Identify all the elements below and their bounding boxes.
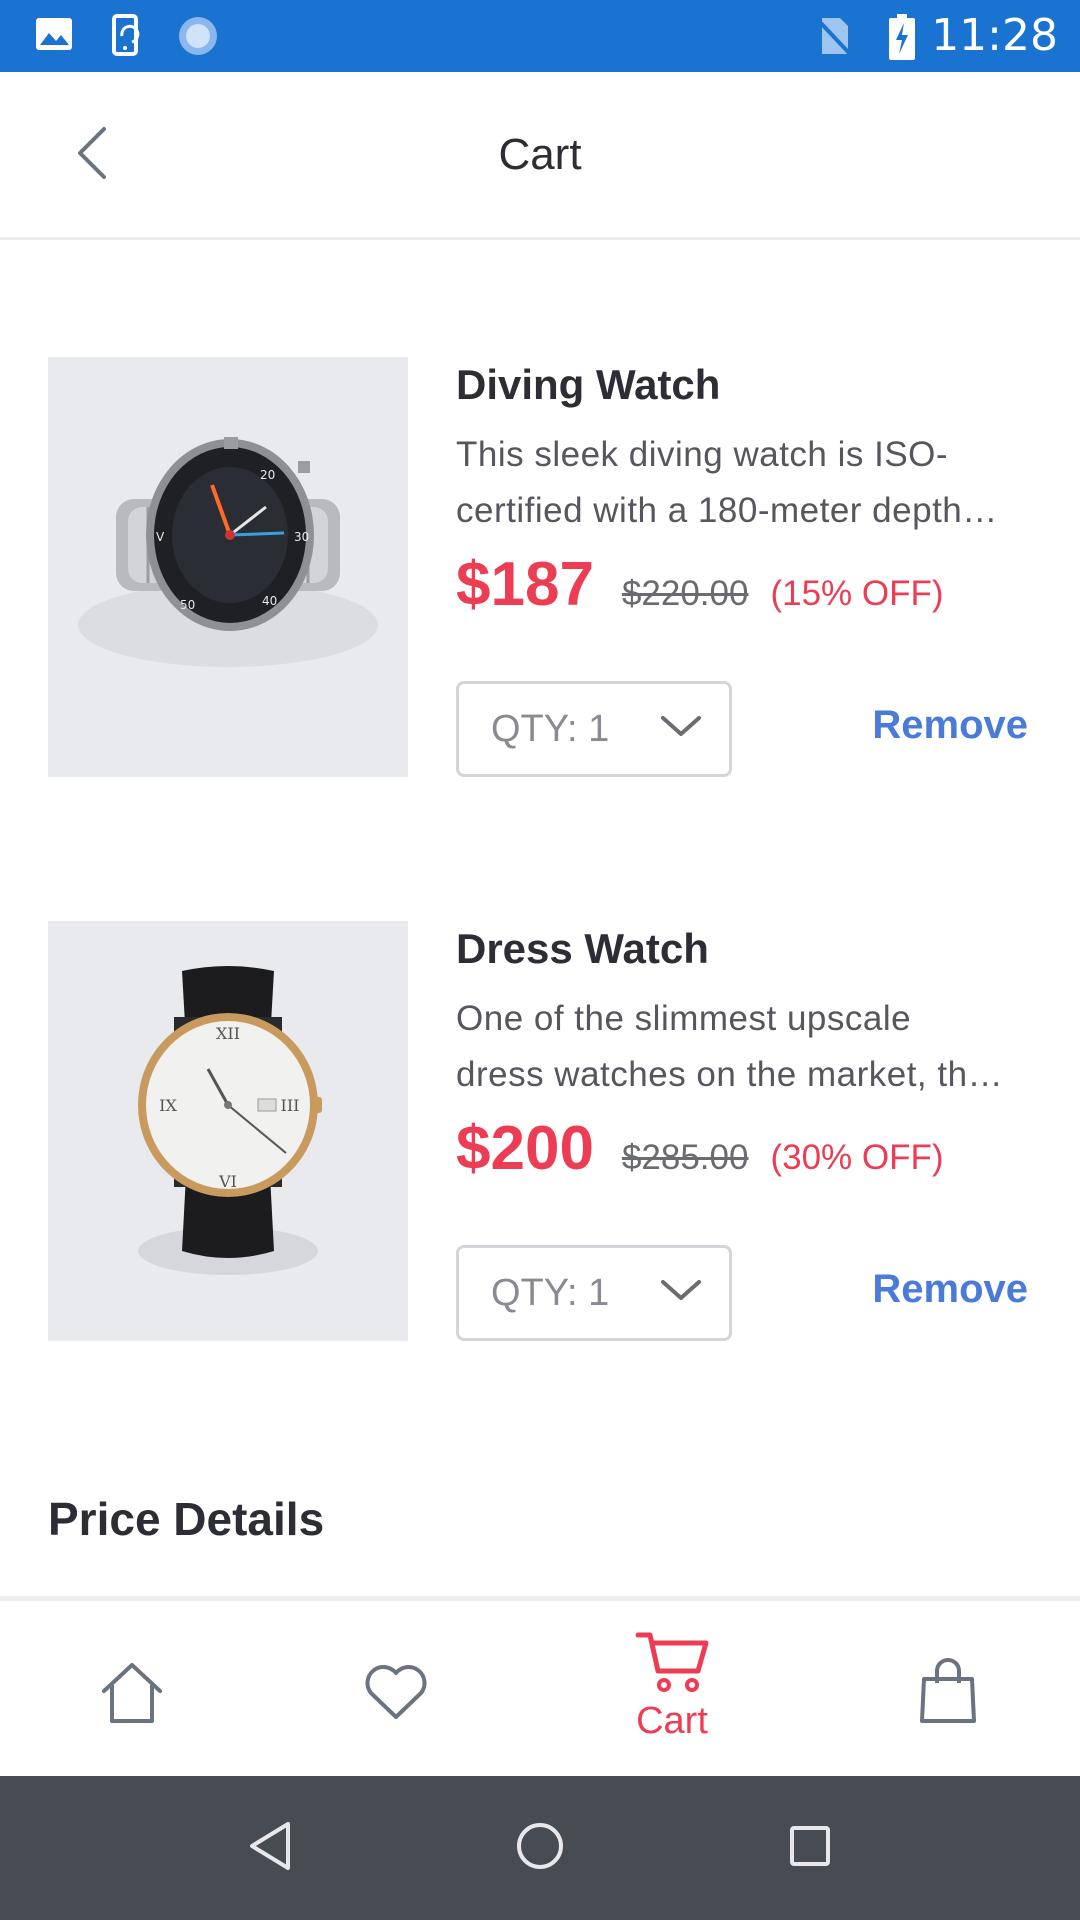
status-time: 11:28 xyxy=(931,10,1058,61)
heart-icon xyxy=(363,1661,429,1726)
nav-cart[interactable]: Cart xyxy=(620,1601,724,1776)
remove-button[interactable]: Remove xyxy=(872,1267,1028,1312)
cart-item: XII III VI IX Dress Watch One of the slimme… xyxy=(48,921,1080,1341)
page-title: Cart xyxy=(498,130,582,179)
item-description-line: One of the slimmest upscale xyxy=(456,999,912,1038)
item-discount: (15% OFF) xyxy=(770,574,944,613)
nav-bag[interactable] xyxy=(896,1601,1000,1776)
system-back-button[interactable] xyxy=(234,1812,306,1884)
cart-item: 20 30 40 50 V Diving Watch This sleek diving… xyxy=(48,357,1080,777)
item-original-price: $285.00 xyxy=(621,1138,749,1177)
item-description-line: dress watches on the market, th… xyxy=(456,1055,1004,1094)
item-description-line: certified with a 180-meter depth… xyxy=(456,491,998,530)
svg-text:XII: XII xyxy=(216,1024,240,1043)
bottom-nav: Cart xyxy=(0,1596,1080,1776)
screen-rotate-icon xyxy=(108,14,148,63)
item-description-line: This sleek diving watch is ISO- xyxy=(456,435,949,474)
recents-square-icon xyxy=(786,1822,834,1875)
app-header: Cart xyxy=(0,72,1080,240)
system-home-button[interactable] xyxy=(504,1812,576,1884)
chevron-down-icon xyxy=(659,712,703,745)
svg-text:40: 40 xyxy=(262,594,277,608)
diving-watch-image[interactable]: 20 30 40 50 V xyxy=(48,357,408,777)
quantity-label: QTY: 1 xyxy=(491,707,610,750)
nav-home[interactable] xyxy=(80,1601,184,1776)
svg-text:30: 30 xyxy=(294,530,309,544)
home-icon xyxy=(98,1661,166,1730)
remove-button[interactable]: Remove xyxy=(872,703,1028,748)
svg-text:20: 20 xyxy=(260,468,275,482)
system-recents-button[interactable] xyxy=(774,1812,846,1884)
item-name[interactable]: Dress Watch xyxy=(456,925,1080,973)
svg-text:III: III xyxy=(281,1096,300,1115)
price-details-title: Price Details xyxy=(48,1493,325,1545)
nav-wishlist[interactable] xyxy=(344,1601,448,1776)
item-description: One of the slimmest upscale dress watche… xyxy=(456,991,1080,1103)
item-price: $187 xyxy=(456,550,594,619)
qty-row: QTY: 1 Remove xyxy=(456,681,1080,777)
item-description: This sleek diving watch is ISO- certifie… xyxy=(456,427,1080,539)
item-info: Diving Watch This sleek diving watch is … xyxy=(456,357,1080,777)
item-discount: (30% OFF) xyxy=(770,1138,944,1177)
quantity-label: QTY: 1 xyxy=(491,1271,610,1314)
system-nav-bar xyxy=(0,1776,1080,1920)
qty-row: QTY: 1 Remove xyxy=(456,1245,1080,1341)
price-row: $187 $220.00 (15% OFF) xyxy=(456,549,1080,629)
item-original-price: $220.00 xyxy=(621,574,749,613)
home-circle-icon xyxy=(514,1820,566,1877)
dress-watch-image[interactable]: XII III VI IX xyxy=(48,921,408,1341)
chevron-down-icon xyxy=(659,1276,703,1309)
status-bar: 11:28 xyxy=(0,0,1080,72)
svg-text:50: 50 xyxy=(180,598,195,612)
svg-text:V: V xyxy=(156,530,165,544)
price-row: $200 $285.00 (30% OFF) xyxy=(456,1113,1080,1193)
back-triangle-icon xyxy=(246,1820,294,1877)
quantity-dropdown[interactable]: QTY: 1 xyxy=(456,681,732,777)
nav-cart-label: Cart xyxy=(636,1700,708,1742)
quantity-dropdown[interactable]: QTY: 1 xyxy=(456,1245,732,1341)
sync-icon xyxy=(176,14,220,63)
item-name[interactable]: Diving Watch xyxy=(456,361,1080,409)
shopping-bag-icon xyxy=(918,1655,978,1730)
battery-charging-icon xyxy=(888,14,916,65)
no-sim-icon xyxy=(814,14,854,63)
svg-text:VI: VI xyxy=(218,1172,237,1191)
svg-text:IX: IX xyxy=(159,1096,177,1115)
gallery-icon xyxy=(34,14,74,59)
item-price: $200 xyxy=(456,1114,594,1183)
cart-icon xyxy=(634,1629,710,1698)
item-info: Dress Watch One of the slimmest upscale … xyxy=(456,921,1080,1341)
